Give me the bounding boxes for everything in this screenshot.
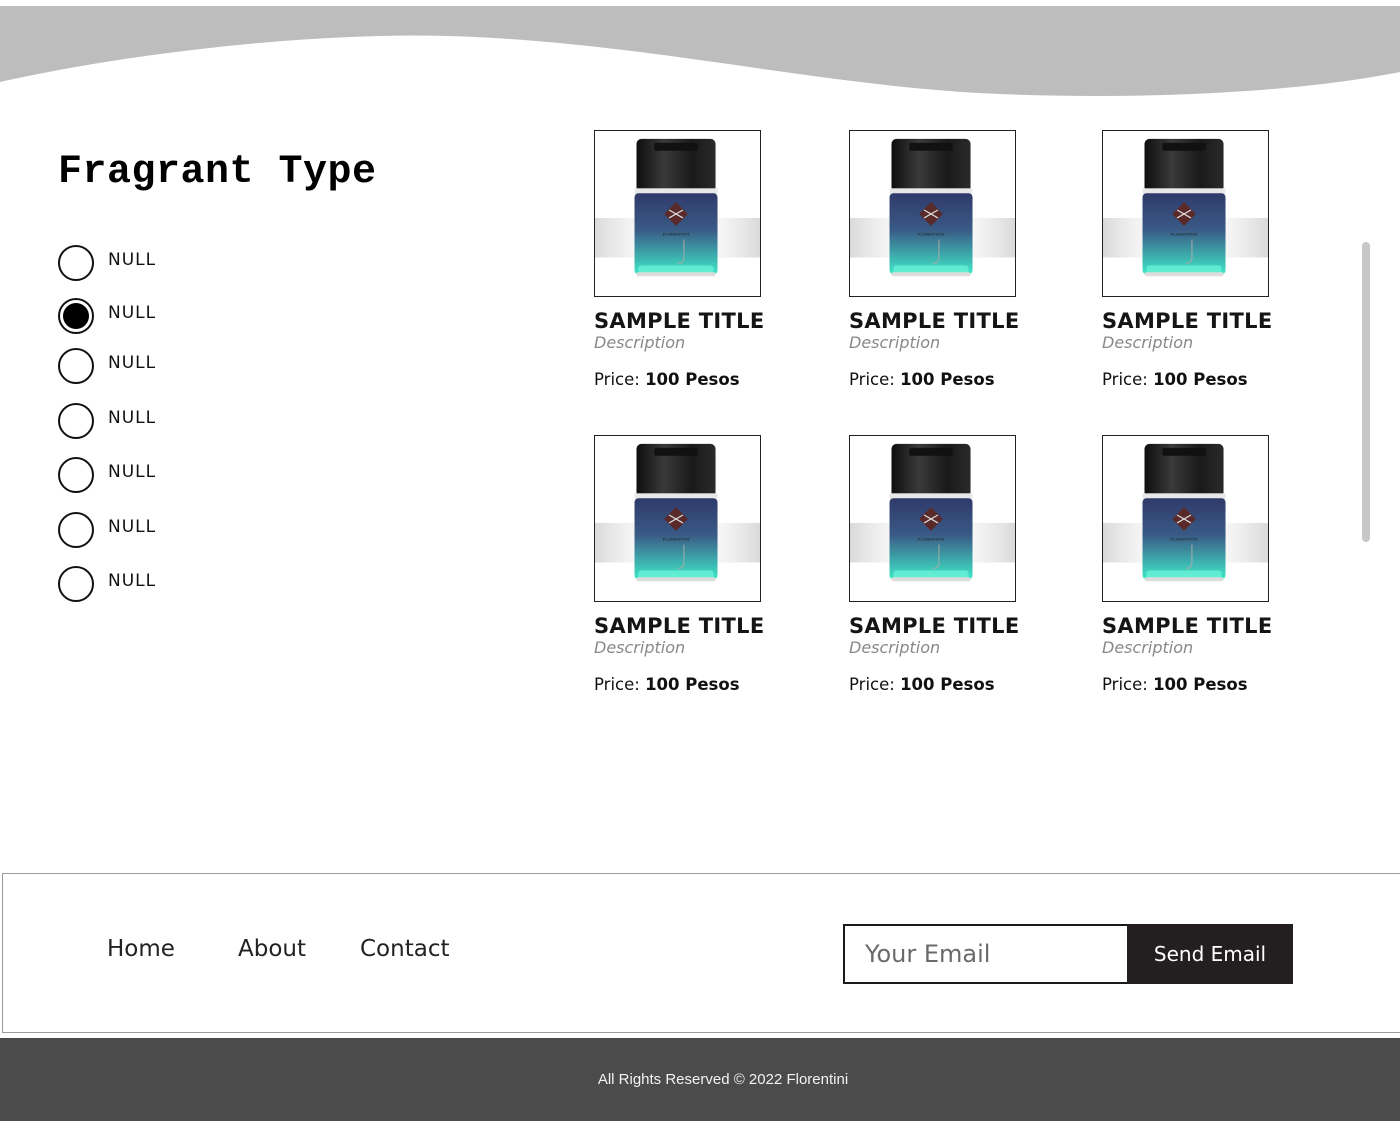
product-image[interactable] (594, 130, 761, 297)
filter-option-2[interactable]: NULL (58, 298, 156, 334)
product-price: Price: 100 Pesos (594, 675, 774, 694)
filter-option-label: NULL (108, 408, 157, 428)
nav-contact-link[interactable]: Contact (360, 936, 449, 962)
filter-option-1[interactable]: NULL (58, 245, 156, 281)
product-description: Description (594, 638, 686, 657)
radio-button[interactable] (58, 457, 94, 493)
filter-title: Fragrant Type (58, 150, 377, 195)
product-description: Description (1102, 333, 1194, 352)
product-title: SAMPLE TITLE (1102, 614, 1273, 638)
radio-button[interactable] (58, 348, 94, 384)
perfume-bottle-icon (595, 131, 760, 296)
product-price: Price: 100 Pesos (849, 370, 1029, 389)
product-title: SAMPLE TITLE (594, 309, 765, 333)
price-label: Price: (1102, 675, 1148, 694)
price-value: 100 Pesos (1153, 675, 1248, 694)
price-value: 100 Pesos (645, 675, 740, 694)
radio-button[interactable] (58, 245, 94, 281)
product-card[interactable]: SAMPLE TITLE Description Price: 100 Peso… (1102, 130, 1282, 389)
perfume-bottle-icon (595, 436, 760, 601)
filter-option-label: NULL (108, 462, 157, 482)
perfume-bottle-icon (850, 131, 1015, 296)
perfume-bottle-icon (1103, 436, 1268, 601)
product-image[interactable] (1102, 130, 1269, 297)
price-label: Price: (849, 675, 895, 694)
product-price: Price: 100 Pesos (1102, 675, 1282, 694)
product-description: Description (849, 333, 941, 352)
newsletter-form: Send Email (843, 924, 1293, 984)
product-description: Description (849, 638, 941, 657)
perfume-bottle-icon (850, 436, 1015, 601)
product-title: SAMPLE TITLE (849, 614, 1020, 638)
price-value: 100 Pesos (1153, 370, 1248, 389)
product-card[interactable]: SAMPLE TITLE Description Price: 100 Peso… (594, 130, 774, 389)
product-card[interactable]: SAMPLE TITLE Description Price: 100 Peso… (849, 435, 1029, 694)
product-description: Description (594, 333, 686, 352)
filter-option-6[interactable]: NULL (58, 512, 156, 548)
price-value: 100 Pesos (900, 675, 995, 694)
radio-button[interactable] (58, 566, 94, 602)
email-input[interactable] (843, 924, 1127, 984)
nav-home-link[interactable]: Home (107, 936, 175, 962)
filter-option-4[interactable]: NULL (58, 403, 156, 439)
product-description: Description (1102, 638, 1194, 657)
product-title: SAMPLE TITLE (1102, 309, 1273, 333)
product-card[interactable]: SAMPLE TITLE Description Price: 100 Peso… (594, 435, 774, 694)
price-label: Price: (1102, 370, 1148, 389)
filter-option-label: NULL (108, 517, 157, 537)
filter-option-label: NULL (108, 353, 157, 373)
filter-option-3[interactable]: NULL (58, 348, 156, 384)
price-label: Price: (849, 370, 895, 389)
radio-button[interactable] (58, 512, 94, 548)
product-image[interactable] (849, 435, 1016, 602)
product-image[interactable] (1102, 435, 1269, 602)
price-label: Price: (594, 370, 640, 389)
price-value: 100 Pesos (645, 370, 740, 389)
filter-option-label: NULL (108, 250, 157, 270)
filter-option-5[interactable]: NULL (58, 457, 156, 493)
header-wave (0, 6, 1400, 96)
copyright-text: All Rights Reserved © 2022 Florentini (597, 1071, 849, 1088)
footer: Home About Contact Send Email (2, 873, 1400, 1033)
perfume-bottle-icon (1103, 131, 1268, 296)
product-card[interactable]: SAMPLE TITLE Description Price: 100 Peso… (1102, 435, 1282, 694)
product-image[interactable] (594, 435, 761, 602)
product-price: Price: 100 Pesos (1102, 370, 1282, 389)
copyright-bar: All Rights Reserved © 2022 Florentini (0, 1038, 1400, 1121)
product-card[interactable]: SAMPLE TITLE Description Price: 100 Peso… (849, 130, 1029, 389)
filter-option-label: NULL (108, 303, 157, 323)
product-title: SAMPLE TITLE (594, 614, 765, 638)
vertical-scrollbar[interactable] (1362, 242, 1370, 542)
nav-about-link[interactable]: About (238, 936, 306, 962)
send-email-button[interactable]: Send Email (1127, 924, 1293, 984)
product-price: Price: 100 Pesos (594, 370, 774, 389)
price-value: 100 Pesos (900, 370, 995, 389)
filter-option-label: NULL (108, 571, 157, 591)
product-image[interactable] (849, 130, 1016, 297)
product-price: Price: 100 Pesos (849, 675, 1029, 694)
price-label: Price: (594, 675, 640, 694)
filter-option-7[interactable]: NULL (58, 566, 156, 602)
product-title: SAMPLE TITLE (849, 309, 1020, 333)
radio-button[interactable] (58, 403, 94, 439)
radio-button-selected[interactable] (58, 298, 94, 334)
